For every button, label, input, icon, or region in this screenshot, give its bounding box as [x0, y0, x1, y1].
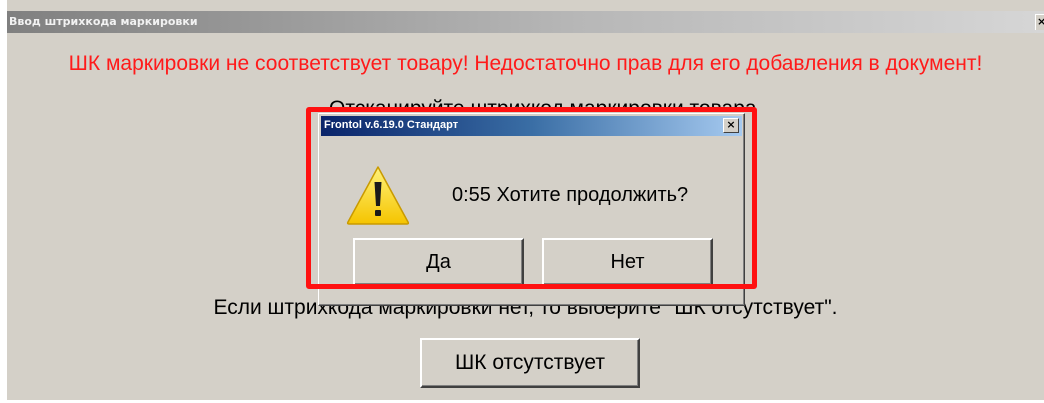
highlight-frame	[306, 107, 757, 289]
barcode-absent-button[interactable]: ШК отсутствует	[420, 338, 640, 388]
error-message: ШК маркировки не соответствует товару! Н…	[68, 52, 983, 75]
main-titlebar[interactable]: Ввод штрихкода маркировки ×	[7, 11, 1044, 33]
main-close-icon[interactable]: ×	[1035, 14, 1044, 30]
main-window-title: Ввод штрихкода маркировки	[9, 15, 198, 28]
